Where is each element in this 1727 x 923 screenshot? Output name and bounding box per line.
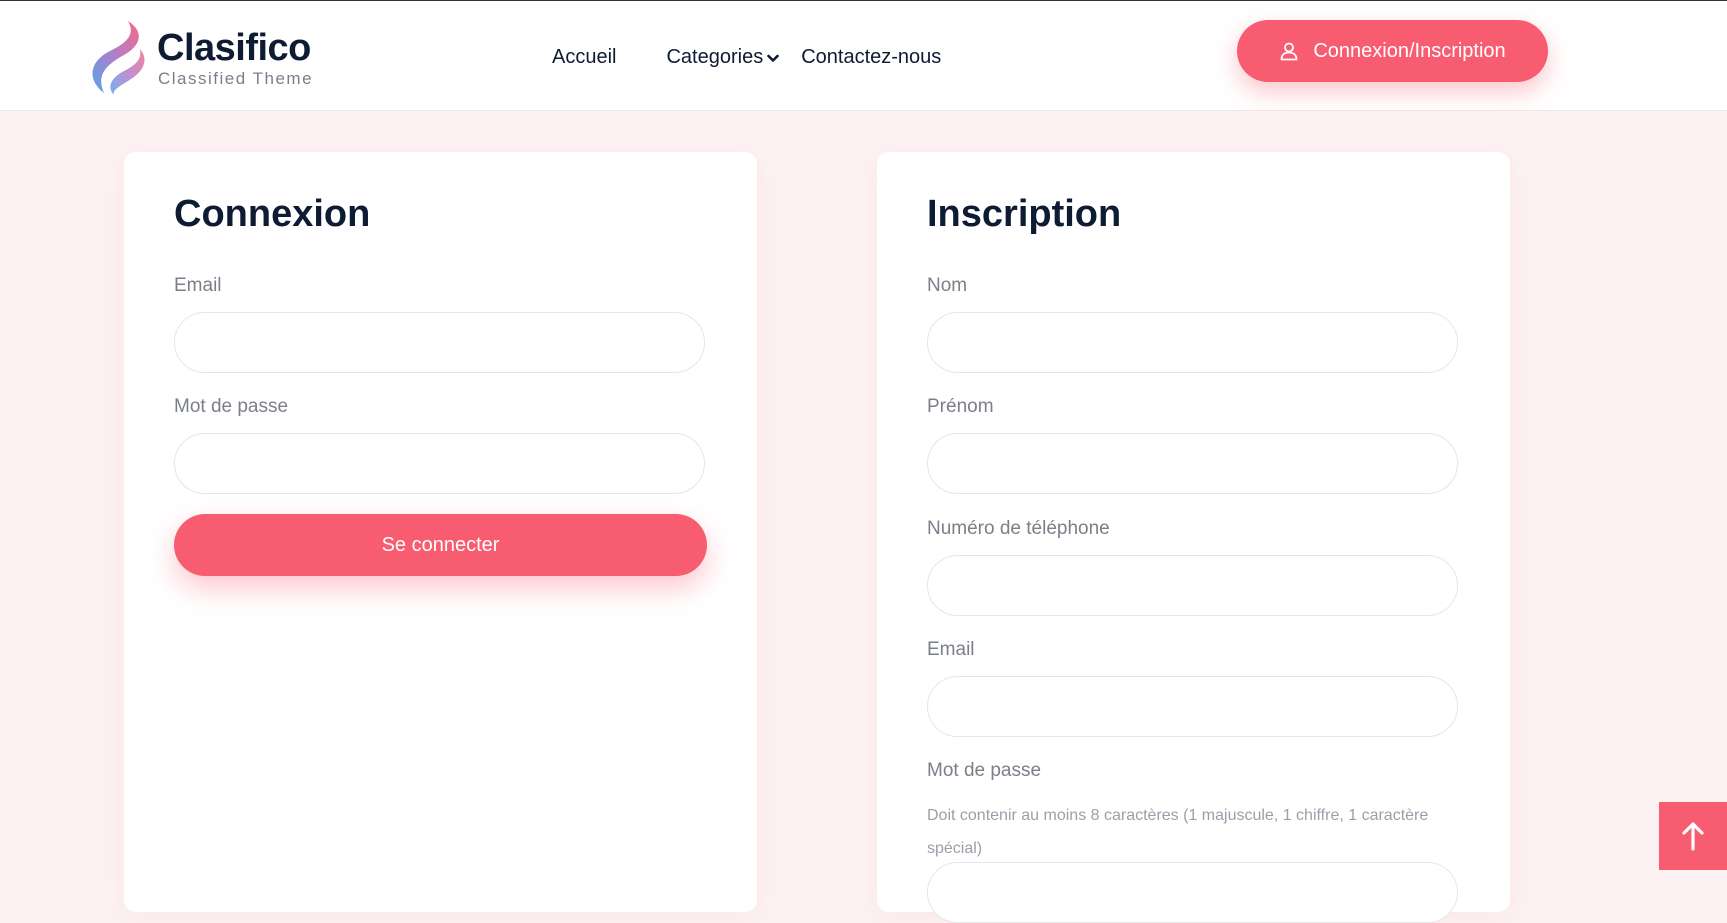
register-email-label: Email [927,639,975,660]
register-phone-label: Numéro de téléphone [927,518,1110,539]
main-nav: Accueil Categories Contactez-nous [552,44,941,70]
register-title: Inscription [927,193,1122,235]
login-email-field[interactable] [174,312,705,373]
scroll-to-top-button[interactable] [1659,802,1727,870]
nav-home-link[interactable]: Accueil [552,46,616,69]
arrow-up-icon [1682,822,1704,851]
register-nom-label: Nom [927,275,968,296]
register-password-field[interactable] [927,862,1458,923]
register-email-field[interactable] [927,676,1458,737]
nav-categories-label: Categories [666,45,764,68]
login-submit-button[interactable]: Se connecter [174,514,707,576]
nav-categories-menu[interactable]: Categories [666,45,780,69]
site-header: Clasifico Classified Theme Accueil Categ… [0,1,1727,111]
register-prenom-label: Prénom [927,396,994,417]
register-prenom-field[interactable] [927,433,1458,494]
login-email-label: Email [174,275,222,296]
login-register-button[interactable]: Connexion/Inscription [1237,20,1548,82]
chevron-down-icon [767,54,780,62]
login-password-field[interactable] [174,433,705,494]
register-password-hint: Doit contenir au moins 8 caractères (1 m… [927,807,1429,857]
nav-contact-link[interactable]: Contactez-nous [801,46,941,69]
register-password-label: Mot de passe [927,760,1042,781]
user-icon [1279,41,1299,61]
register-card: Inscription Nom Prénom Numéro de télépho… [877,152,1510,923]
brand-tagline: Classified Theme [158,69,314,88]
login-card: Connexion Email Mot de passe Se connecte… [124,152,757,912]
register-nom-field[interactable] [927,312,1458,373]
login-register-label: Connexion/Inscription [1313,39,1506,62]
login-password-label: Mot de passe [174,396,289,417]
logo-mark-icon [92,21,145,95]
login-title: Connexion [174,193,371,235]
register-phone-field[interactable] [927,555,1458,616]
brand-name: Clasifico [157,27,311,69]
brand-logo[interactable]: Clasifico Classified Theme [84,17,324,97]
